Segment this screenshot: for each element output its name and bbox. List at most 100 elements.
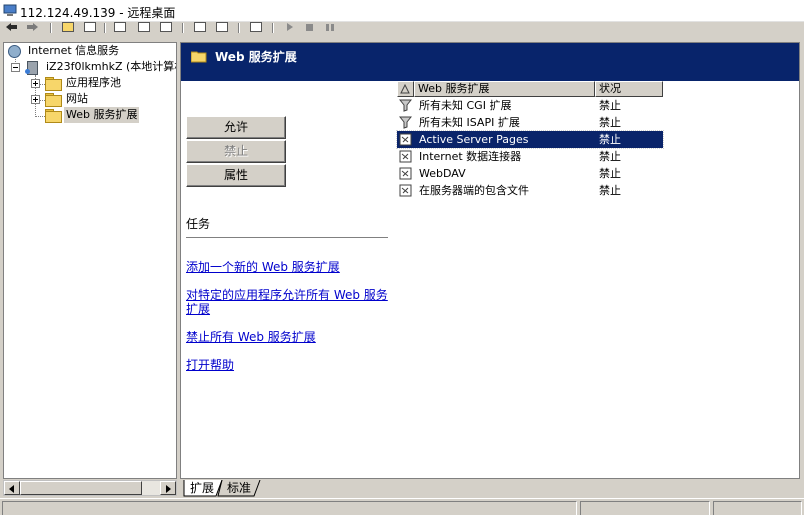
forward-arrow-icon xyxy=(27,23,38,31)
allow-all-for-app-link[interactable]: 对特定的应用程序允许所有 Web 服务扩展 xyxy=(186,288,391,316)
window-titlebar: 112.124.49.139 - 远程桌面 xyxy=(0,0,804,22)
up-level-button[interactable] xyxy=(60,22,76,34)
status-panel-3 xyxy=(713,501,802,515)
list-item-isapi[interactable]: 所有未知 ISAPI 扩展 禁止 xyxy=(397,114,663,131)
view-icon xyxy=(216,22,228,32)
expand-icon[interactable] xyxy=(31,79,40,88)
folder-up-icon xyxy=(62,22,74,32)
extension-name: WebDAV xyxy=(419,167,466,180)
extension-icon xyxy=(399,150,412,163)
tree-item-label: 应用程序池 xyxy=(66,76,121,89)
extension-icon xyxy=(399,133,412,146)
details-pane: Web 服务扩展 允许 禁止 属性 任务 添加一个新的 Web 服务扩展 对特定… xyxy=(180,42,800,479)
extension-status: 禁止 xyxy=(599,116,621,129)
scroll-thumb[interactable] xyxy=(20,481,142,495)
properties-icon xyxy=(138,22,150,32)
forward-button[interactable] xyxy=(24,22,40,34)
stop-icon xyxy=(306,24,313,31)
console-tree: Internet 信息服务 iZ23f0lkmhkZ (本地计算机) 应用程序池… xyxy=(3,42,177,479)
sort-ascending-icon xyxy=(400,83,410,94)
tree-item-web-service-extensions[interactable]: Web 服务扩展 xyxy=(4,107,176,123)
tree-item-app-pools[interactable]: 应用程序池 xyxy=(4,75,176,91)
status-panel-2 xyxy=(580,501,710,515)
computer-icon xyxy=(250,22,262,32)
back-arrow-icon xyxy=(6,23,17,31)
list-item-cgi[interactable]: 所有未知 CGI 扩展 禁止 xyxy=(397,97,663,114)
column-header-extension[interactable]: Web 服务扩展 xyxy=(414,81,595,97)
page-title: Web 服务扩展 xyxy=(215,50,297,64)
status-panel-main xyxy=(2,501,577,515)
scroll-right-button[interactable] xyxy=(160,481,176,495)
tasks-divider xyxy=(186,237,388,239)
start-button[interactable] xyxy=(282,22,298,34)
export-button[interactable] xyxy=(192,22,208,34)
pause-button[interactable] xyxy=(322,22,338,34)
open-help-link[interactable]: 打开帮助 xyxy=(186,358,391,372)
prohibit-button[interactable]: 禁止 xyxy=(186,140,286,163)
extension-name: 所有未知 ISAPI 扩展 xyxy=(419,116,520,129)
folder-icon xyxy=(45,77,62,91)
folder-icon xyxy=(45,109,62,123)
properties-button[interactable]: 属性 xyxy=(186,164,286,187)
play-icon xyxy=(287,23,293,31)
extension-name: 所有未知 CGI 扩展 xyxy=(419,99,512,112)
export-icon xyxy=(194,22,206,32)
extension-status: 禁止 xyxy=(599,133,621,146)
tree-icon xyxy=(84,22,96,32)
window-title: 112.124.49.139 - 远程桌面 xyxy=(20,6,176,20)
extension-status: 禁止 xyxy=(599,150,621,163)
extension-status: 禁止 xyxy=(599,184,621,197)
stop-button[interactable] xyxy=(302,22,318,34)
tab-extended[interactable]: 扩展 xyxy=(186,480,218,497)
extensions-list: Web 服务扩展 状况 所有未知 CGI 扩展 禁止 所有未知 ISAPI 扩展… xyxy=(395,81,799,478)
arrow-left-icon xyxy=(9,485,14,493)
tree-horizontal-scrollbar[interactable] xyxy=(3,480,177,496)
column-header-status[interactable]: 状况 xyxy=(595,81,663,97)
tree-item-label: 网站 xyxy=(66,92,88,105)
list-item-webdav[interactable]: WebDAV 禁止 xyxy=(397,165,663,182)
copy-button[interactable] xyxy=(112,22,128,34)
expand-icon[interactable] xyxy=(31,95,40,104)
tree-server[interactable]: iZ23f0lkmhkZ (本地计算机) xyxy=(4,59,176,75)
list-item-idc[interactable]: Internet 数据连接器 禁止 xyxy=(397,148,663,165)
view-button[interactable] xyxy=(214,22,230,34)
extension-name: Internet 数据连接器 xyxy=(419,150,522,163)
extension-icon xyxy=(399,184,412,197)
tree-item-label: Web 服务扩展 xyxy=(64,107,140,123)
list-item-ssi[interactable]: 在服务器端的包含文件 禁止 xyxy=(397,182,663,199)
show-tree-button[interactable] xyxy=(82,22,98,34)
header-band: Web 服务扩展 xyxy=(181,43,799,81)
computer-button[interactable] xyxy=(248,22,264,34)
back-button[interactable] xyxy=(4,22,20,34)
view-tabs: 扩展 标准 xyxy=(180,480,800,498)
filter-icon xyxy=(399,116,412,129)
tree-root-iis[interactable]: Internet 信息服务 xyxy=(4,43,176,59)
tasks-heading: 任务 xyxy=(186,217,211,231)
list-item-asp[interactable]: Active Server Pages 禁止 xyxy=(396,130,664,149)
iis-manager-icon xyxy=(7,44,21,58)
extension-status: 禁止 xyxy=(599,99,621,112)
properties-toolbar-button[interactable] xyxy=(136,22,152,34)
tab-standard[interactable]: 标准 xyxy=(223,480,255,497)
status-bar xyxy=(0,498,804,515)
remote-desktop-icon xyxy=(3,4,17,16)
sort-column-header[interactable] xyxy=(397,81,414,97)
folder-icon xyxy=(191,51,207,63)
help-icon xyxy=(160,22,172,32)
arrow-right-icon xyxy=(166,485,171,493)
extension-icon xyxy=(399,167,412,180)
add-extension-link[interactable]: 添加一个新的 Web 服务扩展 xyxy=(186,260,391,274)
toolbar xyxy=(0,22,804,34)
tree-server-label: iZ23f0lkmhkZ (本地计算机) xyxy=(46,60,177,73)
pause-icon xyxy=(326,24,334,31)
tree-item-websites[interactable]: 网站 xyxy=(4,91,176,107)
scroll-left-button[interactable] xyxy=(4,481,20,495)
collapse-icon[interactable] xyxy=(11,63,20,72)
folder-icon xyxy=(45,93,62,107)
server-icon xyxy=(25,60,39,75)
prohibit-all-link[interactable]: 禁止所有 Web 服务扩展 xyxy=(186,330,391,344)
extension-name: 在服务器端的包含文件 xyxy=(419,184,529,197)
help-toolbar-button[interactable] xyxy=(158,22,174,34)
copy-icon xyxy=(114,22,126,32)
allow-button[interactable]: 允许 xyxy=(186,116,286,139)
